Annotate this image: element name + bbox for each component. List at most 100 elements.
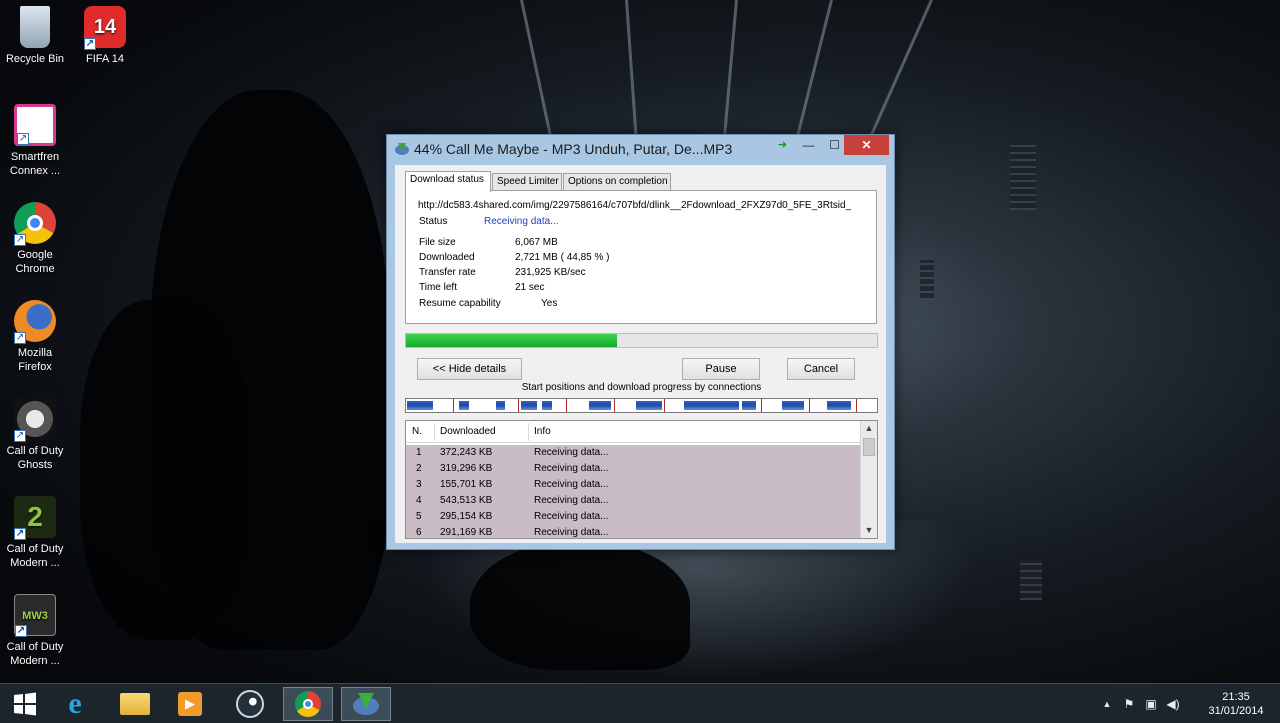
tab-options-on-completion[interactable]: Options on completion [563,173,671,191]
connections-list[interactable]: N. Downloaded Info 1 372,243 KB Receivin… [405,420,878,539]
desktop-icon-google-chrome[interactable]: ↗ Google Chrome [0,202,70,276]
connections-caption: Start positions and download progress by… [521,382,762,393]
fifa-icon: 14 ↗ [84,6,126,50]
connection-segment [782,401,804,410]
desktop-icon-cod-modern-warfare-2[interactable]: 2 ↗ Call of Duty Modern ... [0,496,70,570]
desktop-icon-cod-modern-warfare-3[interactable]: MW3 ↗ Call of Duty Modern ... [0,594,70,668]
recycle-bin-icon [20,6,50,48]
desktop-icon-mozilla-firefox[interactable]: ↗ Mozilla Firefox [0,300,70,374]
smartfren-icon: ↗ [14,104,56,146]
pause-button[interactable]: Pause [682,358,760,380]
connection-number: 6 [416,527,422,538]
connection-segment [684,401,739,410]
close-button[interactable]: ✕ [844,135,889,155]
table-row[interactable]: 2 319,296 KB Receiving data... [406,461,861,477]
start-button[interactable] [0,687,50,721]
cod-ghosts-icon: ↗ [14,398,56,442]
tab-download-status[interactable]: Download status [405,171,491,192]
cod-mw3-icon: MW3 ↗ [14,594,56,637]
scroll-up-arrow-icon[interactable]: ▲ [861,421,877,436]
start-icon [14,692,36,716]
locker-vent [1010,140,1036,210]
connection-start-marker [518,399,519,412]
idm-arrow-icon[interactable]: ➜ [769,135,796,155]
table-row[interactable]: 5 295,154 KB Receiving data... [406,509,861,525]
connection-downloaded: 295,154 KB [440,511,493,522]
shortcut-arrow-icon: ↗ [17,133,29,145]
connection-start-marker [614,399,615,412]
minimize-button[interactable]: — [795,135,822,155]
connection-segment [827,401,851,410]
status-label: Status [419,216,448,227]
locker-vent [1020,560,1042,600]
connection-start-marker [566,399,567,412]
connection-segment [496,401,505,410]
desktop-icon-smartfren[interactable]: ↗ Smartfren Connex ... [0,104,70,178]
chrome-icon [295,691,321,717]
connection-start-marker [453,399,454,412]
taskbar: e ▶ ▲ ⚑ ▣ ◀) 21:35 31/01/2014 [0,683,1280,723]
flag-icon[interactable]: ⚑ [1122,697,1136,711]
desktop-icon-recycle-bin[interactable]: Recycle Bin [0,6,70,66]
cod-mw2-badge: 2 [27,501,43,532]
connection-start-marker [761,399,762,412]
time-left-value: 21 sec [515,282,545,293]
connection-start-marker [664,399,665,412]
table-row[interactable]: 1 372,243 KB Receiving data... [406,445,861,461]
scrollbar-thumb[interactable] [863,438,875,456]
taskbar-file-explorer[interactable] [110,687,160,721]
connection-downloaded: 291,169 KB [440,527,493,538]
taskbar-steam[interactable] [225,687,275,721]
taskbar-internet-explorer[interactable]: e [50,687,100,721]
table-row[interactable]: 4 543,513 KB Receiving data... [406,493,861,509]
cod-mw2-icon: 2 ↗ [14,496,56,540]
connection-segment [459,401,469,410]
desktop-icon-label: Call of Duty Modern ... [6,641,64,667]
clock-time: 21:35 [1222,691,1250,703]
taskbar-idm[interactable] [341,687,391,721]
show-hidden-icon[interactable]: ▲ [1100,697,1114,711]
desktop-icon-cod-ghosts[interactable]: ↗ Call of Duty Ghosts [0,398,70,472]
list-scrollbar[interactable]: ▲ ▼ [860,421,877,538]
window-client-area: Download status Speed Limiter Options on… [395,165,886,543]
desktop-icon-fifa-14[interactable]: 14 ↗ FIFA 14 [70,6,140,66]
column-header-number[interactable]: N. [412,426,422,437]
download-window: 44% Call Me Maybe - MP3 Unduh, Putar, De… [386,134,895,550]
column-divider[interactable] [434,423,435,441]
taskbar-clock[interactable]: 21:35 31/01/2014 [1206,690,1266,718]
connection-segment [407,401,433,410]
file-size-value: 6,067 MB [515,237,558,248]
fifa-badge: 14 [93,16,117,38]
download-progress-bar [405,333,878,348]
connections-progress-bar [405,398,878,413]
firefox-icon: ↗ [14,300,56,344]
scroll-down-arrow-icon[interactable]: ▼ [861,523,877,538]
column-divider[interactable] [528,423,529,441]
connection-number: 5 [416,511,422,522]
cod-mw3-badge: MW3 [22,610,48,622]
hide-details-button[interactable]: << Hide details [417,358,522,380]
connection-info: Receiving data... [534,495,609,506]
connection-info: Receiving data... [534,447,609,458]
connection-segment [542,401,552,410]
download-status-panel: http://dc583.4shared.com/img/2297586164/… [405,190,877,324]
connection-number: 1 [416,447,422,458]
volume-icon[interactable]: ◀) [1166,697,1180,711]
table-row[interactable]: 3 155,701 KB Receiving data... [406,477,861,493]
cancel-button[interactable]: Cancel [787,358,855,380]
taskbar-media-player[interactable]: ▶ [165,687,215,721]
table-row[interactable]: 6 291,169 KB Receiving data... [406,525,861,538]
status-value: Receiving data... [484,216,559,227]
resume-capability-label: Resume capability [419,298,501,309]
taskbar-chrome[interactable] [283,687,333,721]
desktop-icon-label: Smartfren Connex ... [9,151,61,177]
tab-speed-limiter[interactable]: Speed Limiter [492,173,562,191]
ceiling-beam [791,0,833,156]
chrome-icon: ↗ [14,202,56,246]
column-header-info[interactable]: Info [534,426,551,437]
network-icon[interactable]: ▣ [1144,697,1158,711]
shortcut-arrow-icon: ↗ [15,625,27,637]
window-titlebar[interactable]: 44% Call Me Maybe - MP3 Unduh, Putar, De… [387,135,894,163]
column-header-downloaded[interactable]: Downloaded [440,426,496,437]
shortcut-arrow-icon: ↗ [14,234,26,246]
